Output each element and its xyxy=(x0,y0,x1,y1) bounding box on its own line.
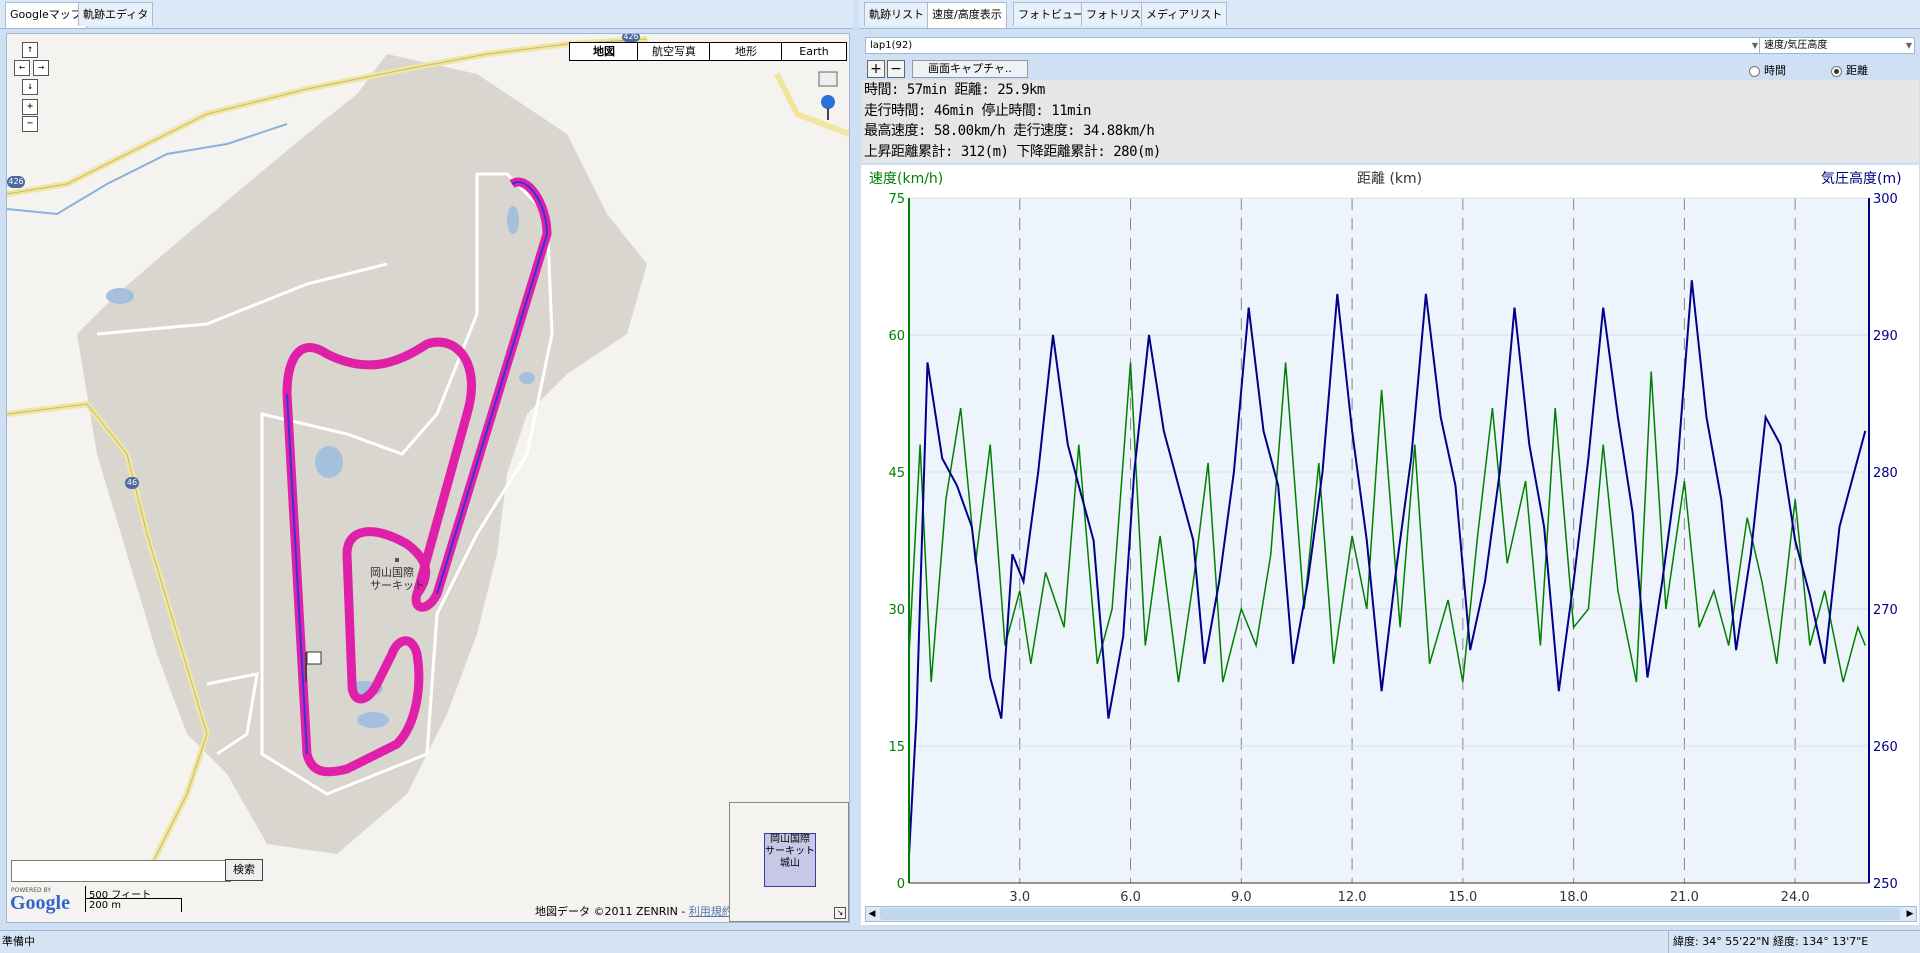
left-tab-bar: Googleマップ 軌跡エディタ xyxy=(0,0,853,29)
scroll-right-icon[interactable]: ▶ xyxy=(1904,907,1916,921)
chevron-down-icon: ▼ xyxy=(1751,41,1758,50)
x-tick-label: 9.0 xyxy=(1231,890,1252,905)
y-left-tick-label: 60 xyxy=(888,329,905,344)
y-right-tick-label: 280 xyxy=(1873,466,1898,481)
y-right-tick-label: 260 xyxy=(1873,740,1898,755)
x-tick-label: 18.0 xyxy=(1559,890,1588,905)
zoom-in-map-button[interactable]: + xyxy=(22,99,38,115)
x-tick-label: 6.0 xyxy=(1120,890,1141,905)
scrollbar-thumb[interactable] xyxy=(880,908,1900,920)
stats-speed: 最高速度: 58.00km/h 走行速度: 34.88km/h xyxy=(864,123,1155,139)
map-copyright: 地図データ ©2011 ZENRIN - 利用規約 xyxy=(535,903,733,919)
chevron-down-icon: ▼ xyxy=(1905,41,1912,50)
road-badge-426-top: 426 xyxy=(622,33,640,42)
x-tick-label: 21.0 xyxy=(1670,890,1699,905)
map-type-map-button[interactable]: 地図 xyxy=(569,42,639,61)
radio-time-indicator[interactable] xyxy=(1749,65,1760,77)
overview-viewport[interactable]: 岡山国際 サーキット 城山 xyxy=(764,833,816,887)
y-right-tick-label: 300 xyxy=(1873,192,1898,207)
circuit-label: 岡山国際 サーキット xyxy=(370,566,425,592)
y-right-tick-label: 290 xyxy=(1873,329,1898,344)
pan-right-button[interactable]: → xyxy=(33,60,49,76)
map-type-satellite-button[interactable]: 航空写真 xyxy=(637,42,711,61)
y-left-tick-label: 15 xyxy=(888,740,905,755)
overview-map[interactable]: 岡山国際 サーキット 城山 ↘ xyxy=(729,802,849,922)
graph-panel: 軌跡リスト 速度/高度表示 フォトビュー フォトリスト メディアリスト lap1… xyxy=(859,0,1920,930)
graph-zoom-in-button[interactable]: + xyxy=(867,60,885,78)
right-tab-bar: 軌跡リスト 速度/高度表示 フォトビュー フォトリスト メディアリスト xyxy=(859,0,1920,29)
mode-select-value: 速度/気圧高度 xyxy=(1764,40,1828,51)
stats-moving-stopped: 走行時間: 46min 停止時間: 11min xyxy=(864,102,1091,119)
y-left-tick-label: 45 xyxy=(888,466,905,481)
y-left-axis-label: 速度(km/h) xyxy=(869,171,943,187)
map-panel: Googleマップ 軌跡エディタ 426 426 46 岡山国際 サーキット 地… xyxy=(0,0,853,930)
map-search-input[interactable] xyxy=(11,860,231,882)
radio-distance-label: 距離 xyxy=(1846,64,1868,77)
stats-time-distance: 時間: 57min 距離: 25.9km xyxy=(864,82,1045,98)
tab-track-editor[interactable]: 軌跡エディタ xyxy=(78,2,154,26)
tab-track-list[interactable]: 軌跡リスト xyxy=(864,2,929,26)
tab-media-list[interactable]: メディアリスト xyxy=(1141,2,1228,26)
tab-speed-altitude[interactable]: 速度/高度表示 xyxy=(927,2,1007,28)
x-tick-label: 15.0 xyxy=(1448,890,1477,905)
lap-select[interactable]: lap1(92) ▼ xyxy=(865,37,1761,54)
map-type-terrain-button[interactable]: 地形 xyxy=(709,42,783,61)
scale-metric: 200 m xyxy=(89,900,122,911)
y-right-axis-label: 気圧高度(m) xyxy=(1821,170,1902,187)
y-right-tick-label: 270 xyxy=(1873,603,1898,618)
terms-link[interactable]: 利用規約 xyxy=(689,905,733,918)
tab-google-maps[interactable]: Googleマップ xyxy=(5,2,87,28)
status-coordinates: 緯度: 34° 55'22"N 経度: 134° 13'7"E xyxy=(1668,931,1868,953)
stats-ascent-descent: 上昇距離累計: 312(m) 下降距離累計: 280(m) xyxy=(864,143,1161,160)
map-view[interactable]: 426 426 46 岡山国際 サーキット 地図 航空写真 地形 Earth ↑… xyxy=(6,33,850,923)
tab-photo-view[interactable]: フォトビュー xyxy=(1013,2,1089,26)
x-tick-label: 3.0 xyxy=(1009,890,1030,905)
pan-down-button[interactable]: ↓ xyxy=(22,79,38,95)
y-left-tick-label: 75 xyxy=(888,192,905,207)
pan-left-button[interactable]: ← xyxy=(14,60,30,76)
lap-select-value: lap1(92) xyxy=(870,40,913,51)
radio-distance[interactable]: 距離 xyxy=(1831,62,1868,78)
radio-time[interactable]: 時間 xyxy=(1749,62,1786,78)
y-left-tick-label: 0 xyxy=(897,877,905,892)
x-tick-label: 12.0 xyxy=(1338,890,1367,905)
y-left-tick-label: 30 xyxy=(888,603,905,618)
x-tick-label: 24.0 xyxy=(1781,890,1810,905)
road-badge-46: 46 xyxy=(125,477,139,489)
mode-select[interactable]: 速度/気圧高度 ▼ xyxy=(1759,37,1915,54)
scroll-left-icon[interactable]: ◀ xyxy=(866,907,878,921)
pan-up-button[interactable]: ↑ xyxy=(22,42,38,58)
status-text: 準備中 xyxy=(2,935,35,948)
scale-imperial: 500 フィート xyxy=(89,890,152,901)
overview-toggle-icon[interactable]: ↘ xyxy=(834,907,846,919)
speed-altitude-chart[interactable]: 3.0 6.0 9.0 12.0 15.0 18.0 21.0 24.0 0 15 30 45 60 75… xyxy=(861,165,1919,925)
graph-zoom-out-button[interactable]: − xyxy=(887,60,905,78)
copyright-text: 地図データ ©2011 ZENRIN - xyxy=(535,905,686,918)
x-axis-label: 距離 (km) xyxy=(1357,170,1422,187)
map-type-earth-button[interactable]: Earth xyxy=(781,42,847,61)
stats-panel: 時間: 57min 距離: 25.9km 走行時間: 46min 停止時間: 1… xyxy=(862,80,1919,162)
screen-capture-button[interactable]: 画面キャプチャ.. xyxy=(912,60,1028,78)
radio-time-label: 時間 xyxy=(1764,64,1786,77)
status-bar: 準備中 緯度: 34° 55'22"N 経度: 134° 13'7"E xyxy=(0,930,1920,953)
map-search-button[interactable]: 検索 xyxy=(225,859,263,881)
road-badge-426: 426 xyxy=(7,176,25,188)
chart-scrollbar[interactable]: ◀ ▶ xyxy=(865,906,1917,922)
zoom-out-map-button[interactable]: − xyxy=(22,116,38,132)
radio-distance-indicator[interactable] xyxy=(1831,65,1842,77)
y-right-tick-label: 250 xyxy=(1873,877,1898,892)
google-logo: Google xyxy=(10,892,70,914)
scale-bar: 500 フィート 200 m xyxy=(85,886,189,916)
